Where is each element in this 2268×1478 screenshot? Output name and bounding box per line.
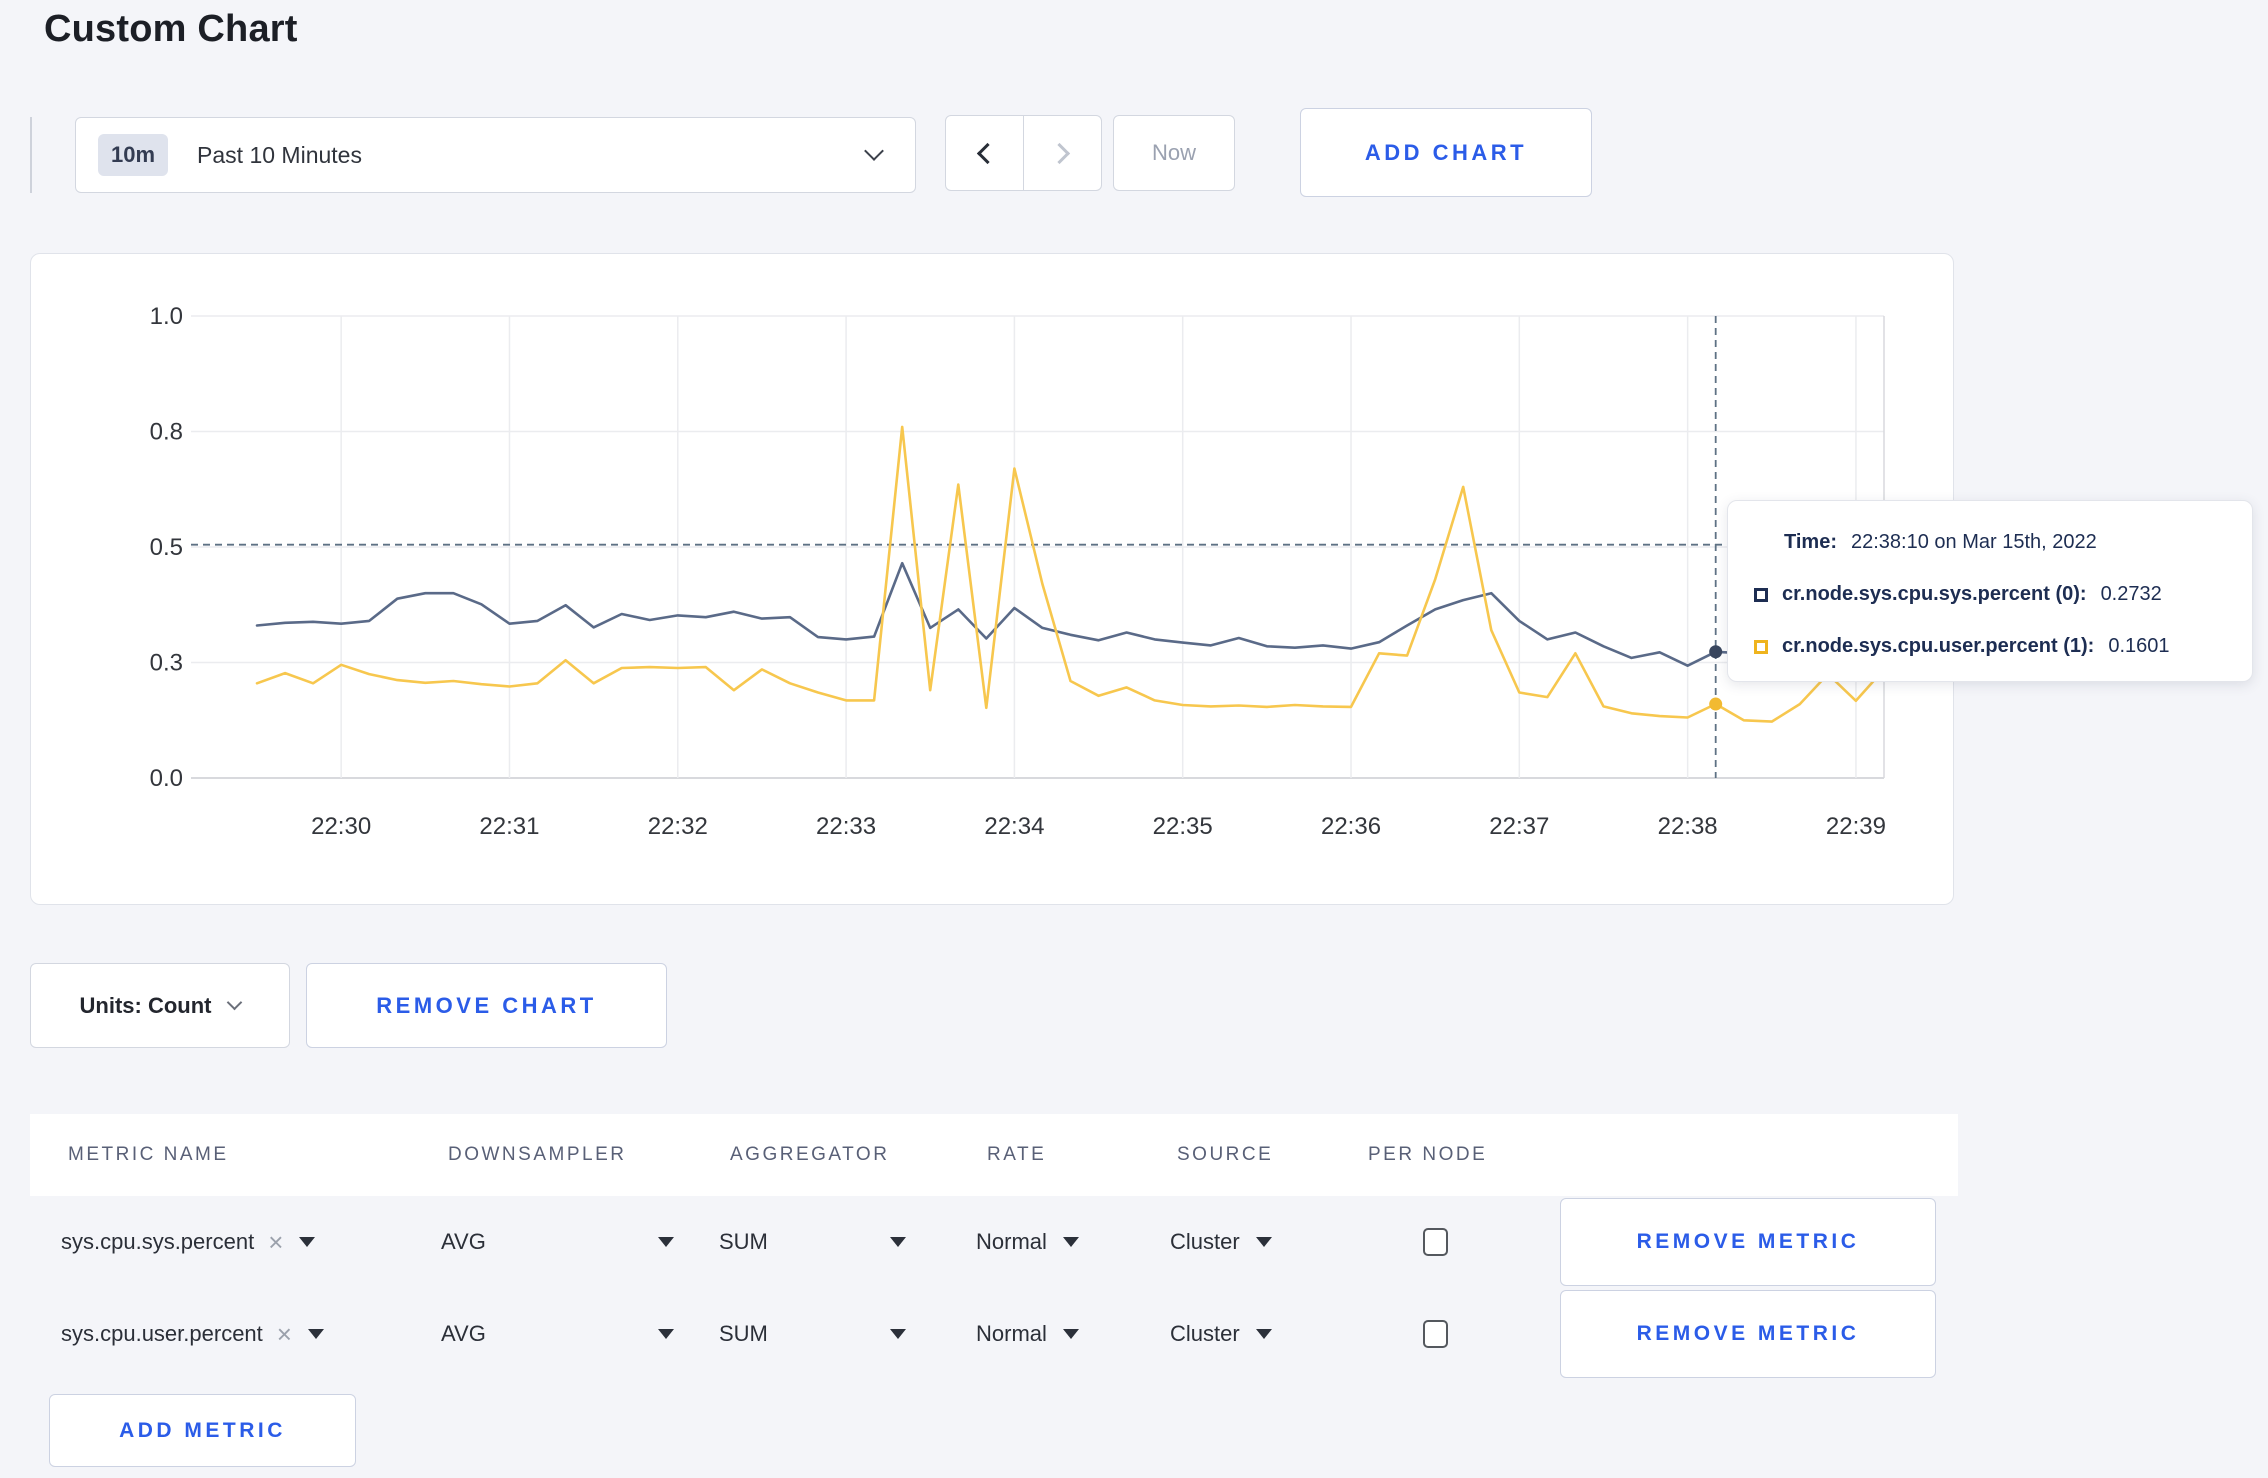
caret-down-icon <box>1062 1329 1079 1339</box>
chevron-down-icon <box>864 141 884 161</box>
rate-dropdown[interactable]: Normal <box>976 1229 1079 1255</box>
remove-metric-button[interactable]: REMOVE METRIC <box>1560 1198 1936 1286</box>
metric-row: sys.cpu.user.percent × AVG SUM Normal Cl… <box>30 1288 1958 1380</box>
metric-name-dropdown[interactable]: sys.cpu.user.percent × <box>61 1321 324 1347</box>
now-button[interactable]: Now <box>1113 115 1235 191</box>
metric-name-dropdown[interactable]: sys.cpu.sys.percent × <box>61 1229 316 1255</box>
remove-metric-button[interactable]: REMOVE METRIC <box>1560 1290 1936 1378</box>
downsampler-value: AVG <box>441 1229 486 1254</box>
header-per-node: Per Node <box>1368 1144 1488 1165</box>
chevron-down-icon <box>227 994 243 1011</box>
toolbar-divider <box>30 117 32 193</box>
caret-down-icon <box>889 1329 906 1339</box>
units-dropdown[interactable]: Units: Count <box>30 963 290 1048</box>
caret-down-icon <box>657 1237 674 1247</box>
page-title: Custom Chart <box>44 8 298 50</box>
sys-series-swatch-icon <box>1754 587 1768 602</box>
next-time-button[interactable] <box>1024 116 1101 190</box>
y-tick-label: 1.0 <box>150 303 183 330</box>
rate-value: Normal <box>976 1229 1047 1254</box>
downsampler-dropdown[interactable]: AVG <box>441 1229 674 1255</box>
series-line-0 <box>255 561 1886 668</box>
source-value: Cluster <box>1170 1321 1240 1346</box>
caret-down-icon <box>1255 1329 1272 1339</box>
x-tick-label: 22:30 <box>311 813 371 840</box>
rate-dropdown[interactable]: Normal <box>976 1321 1079 1347</box>
tooltip-sys-name: cr.node.sys.cpu.sys.percent (0): <box>1782 583 2087 605</box>
tooltip-time-value: 22:38:10 on Mar 15th, 2022 <box>1850 531 2097 553</box>
x-tick-label: 22:31 <box>479 813 539 840</box>
header-source: Source <box>1177 1144 1274 1165</box>
y-tick-label: 0.0 <box>150 765 183 792</box>
header-metric-name: Metric Name <box>68 1144 229 1165</box>
tooltip-sys-value: 0.2732 <box>2100 583 2162 605</box>
series-line-1 <box>255 425 1886 723</box>
metric-name-value: sys.cpu.user.percent <box>61 1321 263 1346</box>
source-dropdown[interactable]: Cluster <box>1170 1321 1272 1347</box>
x-tick-label: 22:37 <box>1489 813 1549 840</box>
units-label: Units: Count <box>79 992 212 1018</box>
header-aggregator: Aggregator <box>730 1144 890 1165</box>
x-tick-label: 22:36 <box>1321 813 1381 840</box>
x-tick-label: 22:32 <box>648 813 708 840</box>
time-range-dropdown[interactable]: 10m Past 10 Minutes <box>75 117 916 193</box>
caret-down-icon <box>657 1329 674 1339</box>
source-dropdown[interactable]: Cluster <box>1170 1229 1272 1255</box>
source-value: Cluster <box>1170 1229 1240 1254</box>
x-tick-label: 22:33 <box>816 813 876 840</box>
header-downsampler: Downsampler <box>448 1144 627 1165</box>
y-tick-label: 0.8 <box>150 419 183 446</box>
header-rate: Rate <box>987 1144 1047 1165</box>
prev-time-button[interactable] <box>946 116 1024 190</box>
aggregator-dropdown[interactable]: SUM <box>719 1321 906 1347</box>
downsampler-value: AVG <box>441 1321 486 1346</box>
aggregator-value: SUM <box>719 1229 768 1254</box>
time-pager <box>945 115 1102 191</box>
aggregator-dropdown[interactable]: SUM <box>719 1229 906 1255</box>
x-tick-label: 22:38 <box>1658 813 1718 840</box>
user-series-swatch-icon <box>1754 639 1768 654</box>
time-range-label: Past 10 Minutes <box>197 141 362 168</box>
caret-down-icon <box>307 1329 324 1339</box>
metric-row: sys.cpu.sys.percent × AVG SUM Normal Clu… <box>30 1196 1958 1288</box>
chart-tooltip: Time: 22:38:10 on Mar 15th, 2022 cr.node… <box>1727 500 2253 682</box>
tooltip-user-value: 0.1601 <box>2108 635 2170 657</box>
downsampler-dropdown[interactable]: AVG <box>441 1321 674 1347</box>
remove-chart-button[interactable]: REMOVE CHART <box>306 963 667 1048</box>
caret-down-icon <box>1255 1237 1272 1247</box>
hover-dot-0 <box>1709 645 1723 659</box>
aggregator-value: SUM <box>719 1321 768 1346</box>
x-tick-label: 22:39 <box>1826 813 1886 840</box>
y-tick-label: 0.3 <box>150 650 183 677</box>
caret-down-icon <box>1062 1237 1079 1247</box>
tooltip-user-name: cr.node.sys.cpu.user.percent (1): <box>1782 635 2095 657</box>
rate-value: Normal <box>976 1321 1047 1346</box>
chevron-left-icon <box>976 142 999 164</box>
chart-card: 0.0 0.3 0.5 0.8 1.0 22:30 22:31 22:32 22:33 22:34… <box>30 253 1954 905</box>
caret-down-icon <box>299 1237 316 1247</box>
add-chart-button[interactable]: ADD CHART <box>1300 108 1592 197</box>
x-tick-label: 22:34 <box>984 813 1044 840</box>
per-node-checkbox[interactable] <box>1423 1320 1448 1348</box>
tooltip-time-label: Time: <box>1784 531 1837 553</box>
metric-name-value: sys.cpu.sys.percent <box>61 1229 255 1254</box>
clear-metric-icon[interactable]: × <box>268 1229 283 1255</box>
per-node-checkbox[interactable] <box>1423 1228 1448 1256</box>
x-tick-label: 22:35 <box>1153 813 1213 840</box>
hover-dot-1 <box>1709 697 1723 711</box>
time-range-badge: 10m <box>98 134 169 176</box>
add-metric-button[interactable]: ADD METRIC <box>49 1394 356 1467</box>
metrics-table-header: Metric Name Downsampler Aggregator Rate … <box>30 1114 1958 1196</box>
chevron-right-icon <box>1048 142 1071 164</box>
caret-down-icon <box>889 1237 906 1247</box>
y-tick-label: 0.5 <box>150 534 183 561</box>
clear-metric-icon[interactable]: × <box>277 1321 292 1347</box>
time-series-chart[interactable]: 0.0 0.3 0.5 0.8 1.0 22:30 22:31 22:32 22:33 22:34… <box>31 254 1955 906</box>
